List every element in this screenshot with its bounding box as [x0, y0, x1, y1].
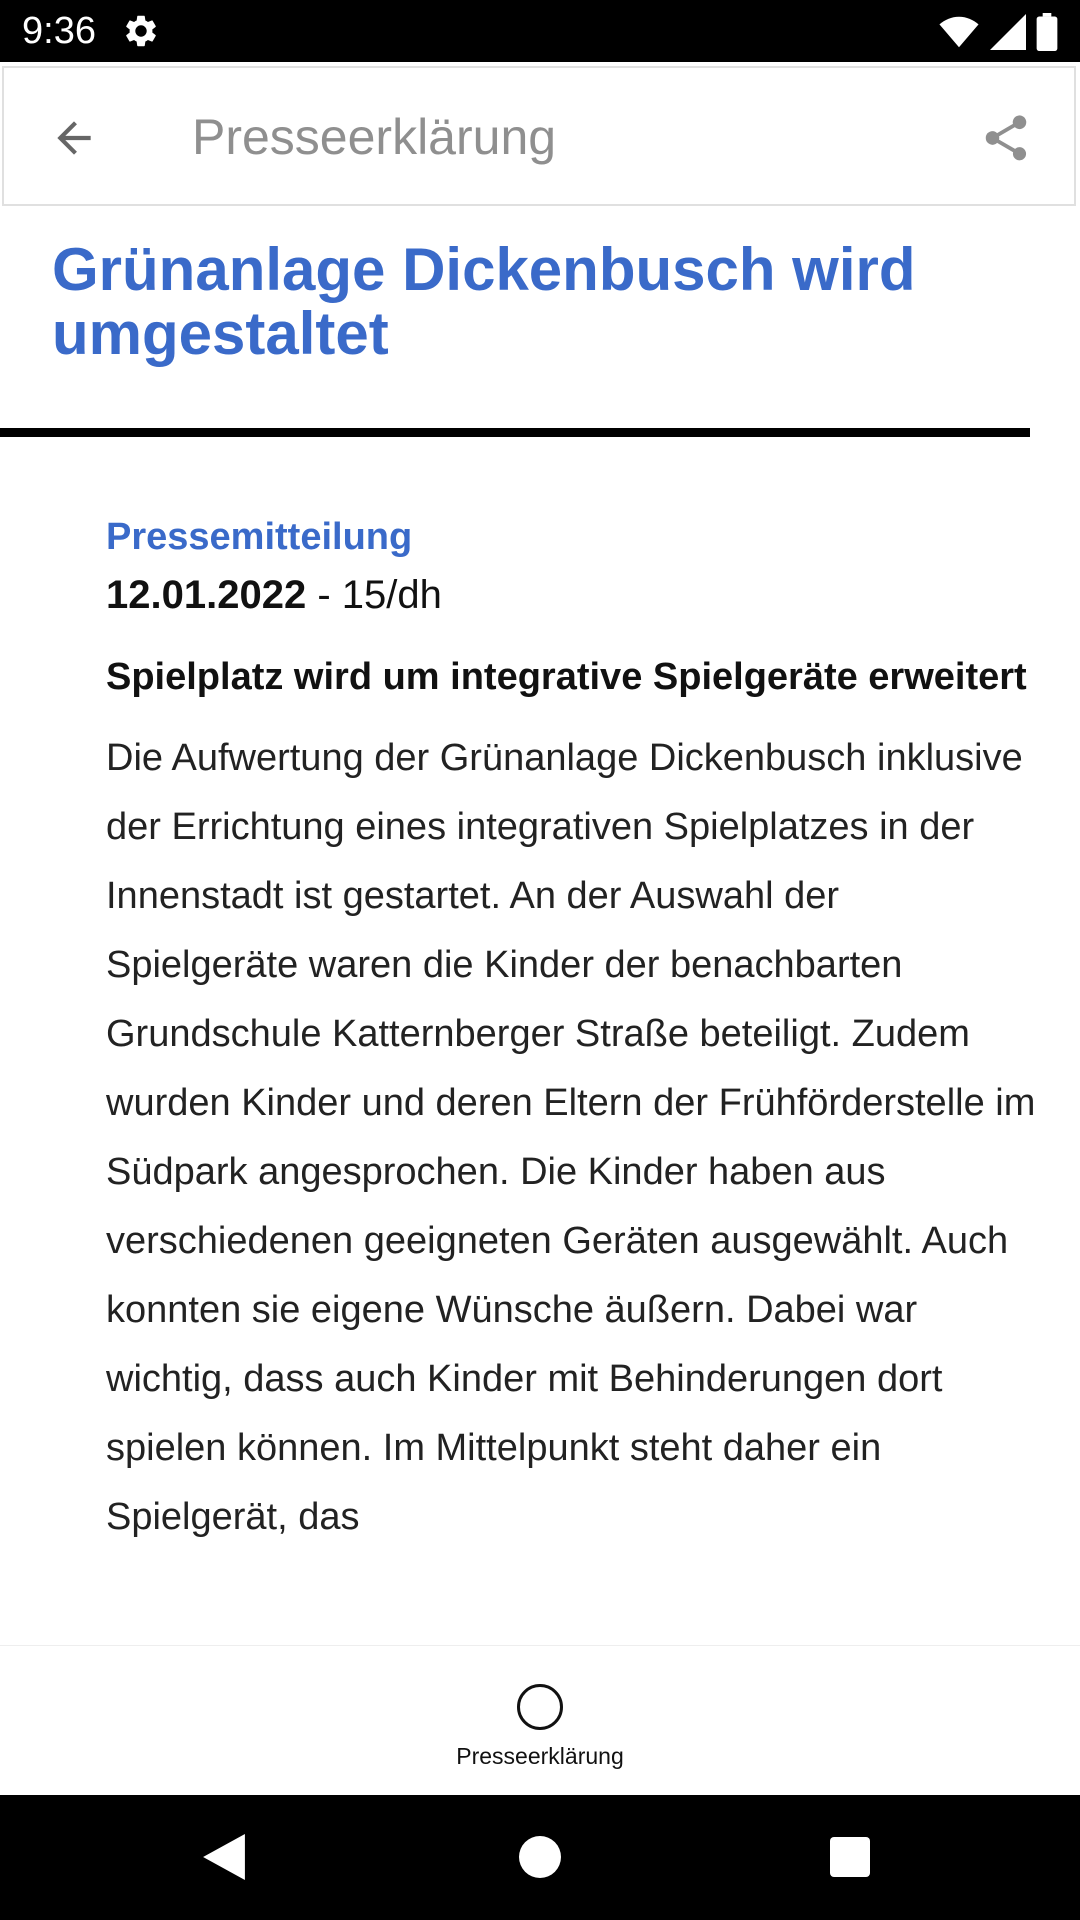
article-headline: Grünanlage Dickenbusch wird umgestaltet [52, 236, 916, 367]
system-recents-button[interactable] [818, 1825, 882, 1889]
system-back-button[interactable] [192, 1825, 256, 1889]
nav-item-presseerklaerung[interactable]: Presseerklärung [390, 1646, 690, 1796]
article-meta: 12.01.2022 - 15/dh [106, 569, 1036, 621]
article-category: Pressemitteilung [106, 516, 413, 558]
cellular-signal-icon [990, 14, 1026, 50]
home-circle-icon [519, 1836, 561, 1878]
article-date: 12.01.2022 [106, 573, 307, 617]
battery-icon [1036, 13, 1058, 51]
share-icon [985, 115, 1027, 161]
headline-divider [0, 428, 1030, 437]
recents-square-icon [830, 1837, 870, 1877]
back-triangle-icon [203, 1834, 245, 1880]
arrow-back-icon [57, 121, 91, 155]
settings-gear-icon [126, 15, 156, 47]
nav-item-label: Presseerklärung [456, 1743, 624, 1769]
status-bar: 9:36 [0, 0, 1080, 62]
status-icons [938, 12, 1058, 52]
app-bar: Presseerklärung [2, 66, 1076, 206]
bottom-navigation: Presseerklärung [0, 1645, 1080, 1796]
article-paragraph: Die Aufwertung der Grünanlage Dickenbusc… [106, 737, 1036, 1538]
article-reference: - 15/dh [306, 573, 442, 617]
system-navigation-bar [0, 1795, 1080, 1920]
article-subheading: Spielplatz wird um integrative Spielgerä… [106, 656, 1027, 698]
app-bar-title: Presseerklärung [192, 109, 557, 165]
article-body[interactable]: Pressemitteilung 12.01.2022 - 15/dh Spie… [106, 505, 1036, 1645]
share-button[interactable] [976, 108, 1036, 168]
wifi-icon [939, 16, 979, 48]
circle-icon [517, 1684, 563, 1730]
back-button[interactable] [44, 108, 104, 168]
status-time: 9:36 [22, 10, 96, 52]
system-home-button[interactable] [508, 1825, 572, 1889]
screen: 9:36 Presseerklärung Grünanlage Dickenbu… [0, 0, 1080, 1920]
